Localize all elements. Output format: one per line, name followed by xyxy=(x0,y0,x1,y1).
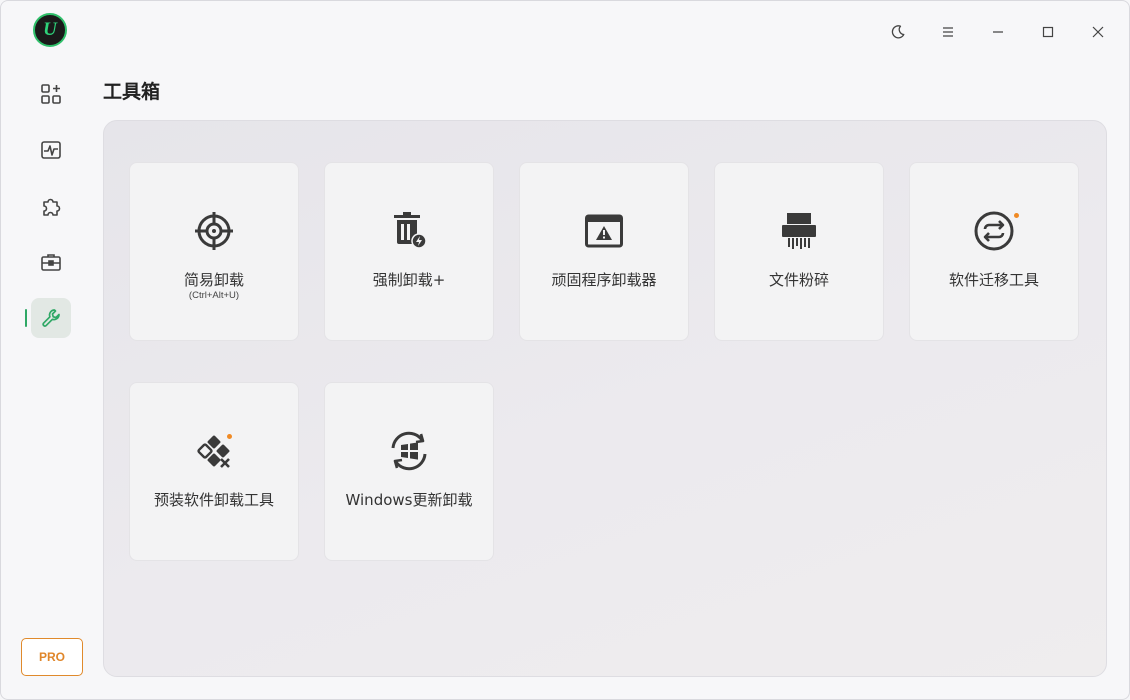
sync-circle-icon xyxy=(972,209,1016,253)
tool-label: 软件迁移工具 xyxy=(948,271,1039,289)
maximize-icon xyxy=(1042,26,1054,38)
sidebar-item-tools[interactable] xyxy=(31,298,71,338)
menu-button[interactable] xyxy=(933,17,963,47)
sidebar-item-performance[interactable] xyxy=(31,130,71,170)
app-window: U PRO 工具箱 简易卸载 (Ctrl+Alt+U) 强制卸载+ 顽固程序卸载… xyxy=(0,0,1130,700)
page-title: 工具箱 xyxy=(103,81,161,103)
tool-card-file-shredder[interactable]: 文件粉碎 xyxy=(714,162,884,341)
puzzle-icon xyxy=(43,198,61,216)
pro-button[interactable]: PRO xyxy=(21,638,83,676)
tool-card-easy-uninstall[interactable]: 简易卸载 (Ctrl+Alt+U) xyxy=(129,162,299,341)
window-warning-icon xyxy=(582,209,626,253)
tool-label: 顽固程序卸载器 xyxy=(551,271,657,289)
briefcase-icon xyxy=(41,254,61,271)
app-logo: U xyxy=(33,13,67,47)
tools-panel: 简易卸载 (Ctrl+Alt+U) 强制卸载+ 顽固程序卸载器 文件粉碎 软件迁… xyxy=(103,120,1107,677)
maximize-button[interactable] xyxy=(1033,17,1063,47)
apps-grid-icon xyxy=(41,84,61,104)
active-indicator xyxy=(25,309,27,327)
tool-shortcut: (Ctrl+Alt+U) xyxy=(188,290,240,301)
tool-label: 预装软件卸载工具 xyxy=(153,491,274,509)
theme-toggle-button[interactable] xyxy=(883,17,913,47)
tool-label: 文件粉碎 xyxy=(768,271,829,289)
sidebar-item-apps[interactable] xyxy=(31,74,71,114)
sidebar-item-toolbox-case[interactable] xyxy=(31,242,71,282)
crosshair-icon xyxy=(192,209,236,253)
shredder-icon xyxy=(777,209,821,253)
diamond-remove-icon xyxy=(192,429,236,473)
minimize-icon xyxy=(993,31,1003,33)
tool-label: 强制卸载+ xyxy=(372,271,446,289)
tool-card-windows-update-uninstall[interactable]: Windows更新卸载 xyxy=(324,382,494,561)
logo-letter: U xyxy=(43,19,57,40)
trash-bolt-icon xyxy=(387,209,431,253)
moon-icon xyxy=(891,25,905,39)
tool-card-preinstalled-uninstall[interactable]: 预装软件卸载工具 xyxy=(129,382,299,561)
menu-icon xyxy=(943,27,953,37)
tool-label: 简易卸载 xyxy=(183,271,244,289)
activity-monitor-icon xyxy=(41,141,61,159)
tool-label: Windows更新卸载 xyxy=(345,491,473,509)
windows-update-icon xyxy=(387,429,431,473)
tool-card-stubborn-uninstaller[interactable]: 顽固程序卸载器 xyxy=(519,162,689,341)
close-button[interactable] xyxy=(1083,17,1113,47)
wrench-icon xyxy=(42,309,60,327)
tool-card-software-migration[interactable]: 软件迁移工具 xyxy=(909,162,1079,341)
tool-card-force-uninstall[interactable]: 强制卸载+ xyxy=(324,162,494,341)
sidebar-item-plugins[interactable] xyxy=(31,186,71,226)
minimize-button[interactable] xyxy=(983,17,1013,47)
close-icon xyxy=(1092,26,1104,38)
